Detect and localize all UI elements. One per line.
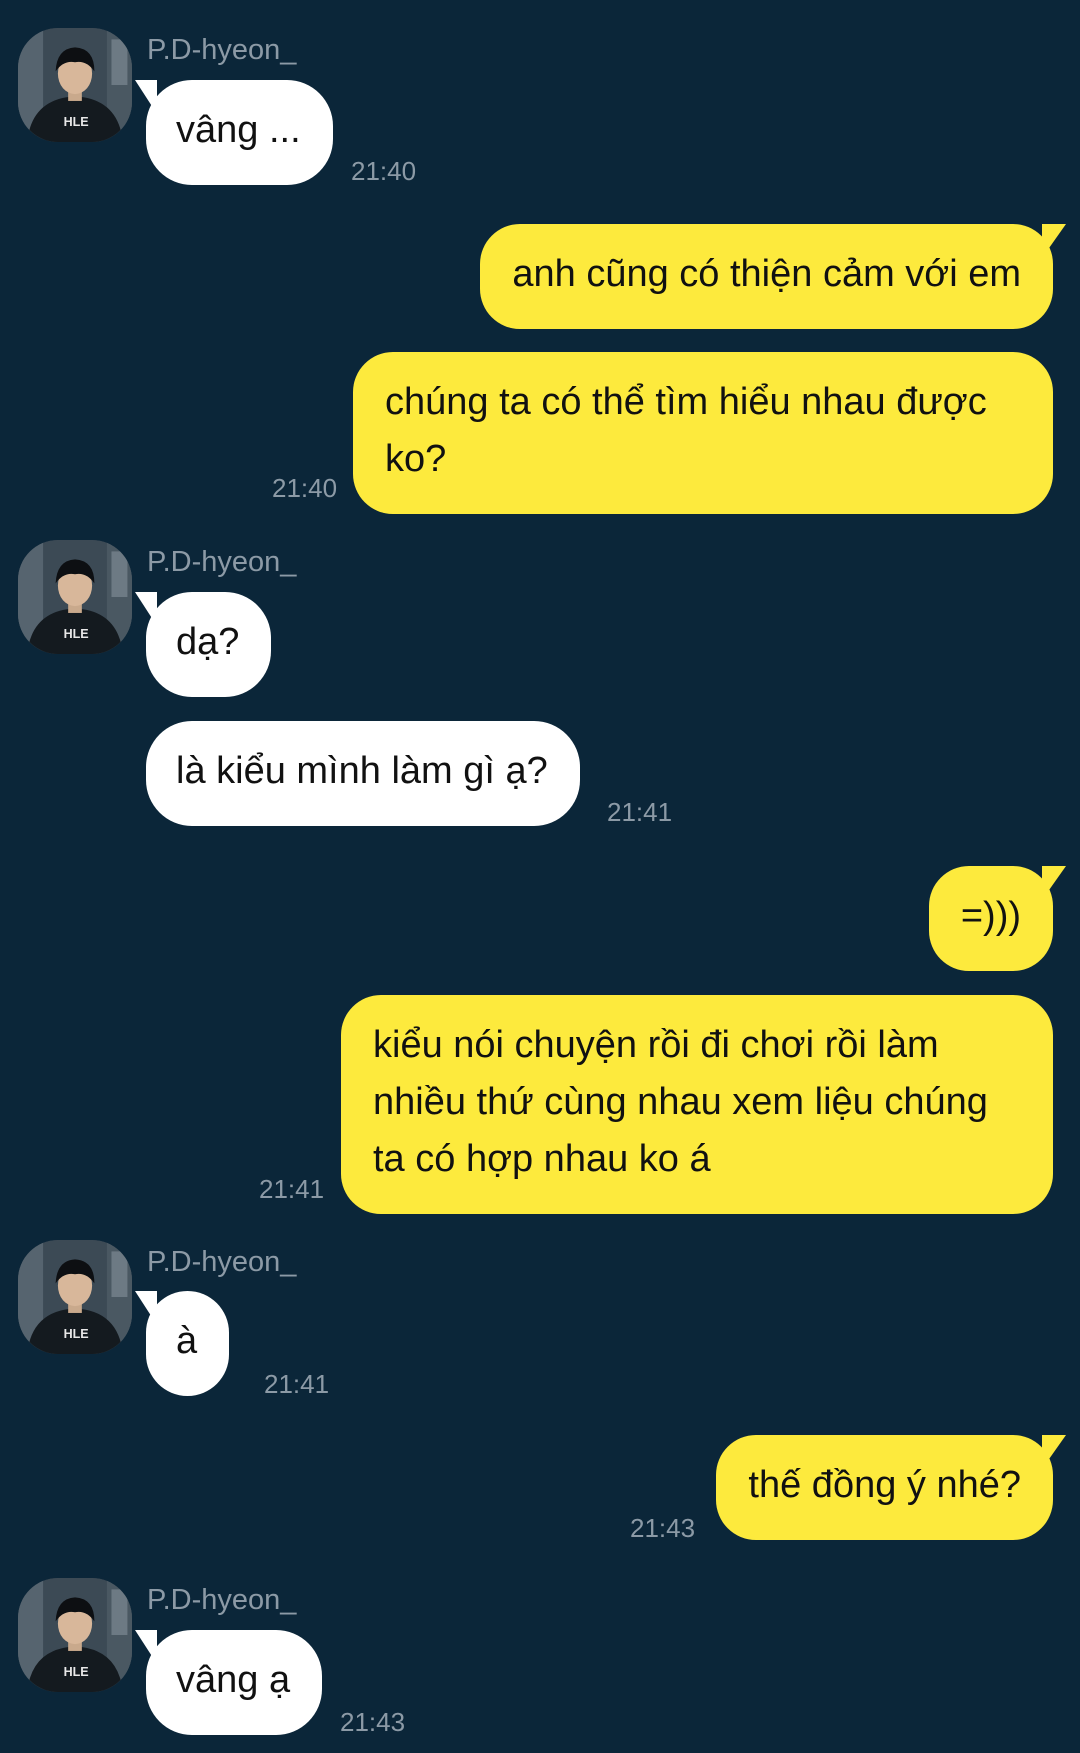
- incoming-message-bubble[interactable]: à: [134, 1291, 230, 1396]
- contact-name: P.D-hyeon_: [147, 1246, 297, 1278]
- contact-name: P.D-hyeon_: [147, 34, 297, 66]
- incoming-message-bubble[interactable]: vâng ạ: [134, 1630, 323, 1735]
- outgoing-message-bubble[interactable]: anh cũng có thiện cảm với em: [480, 224, 1066, 329]
- contact-name: P.D-hyeon_: [147, 546, 297, 578]
- contact-avatar[interactable]: [18, 1240, 132, 1354]
- outgoing-message-bubble[interactable]: thế đồng ý nhé?: [716, 1435, 1066, 1540]
- message-time: 21:40: [351, 156, 417, 186]
- message-time: 21:43: [630, 1513, 696, 1543]
- message-time: 21:41: [259, 1174, 325, 1204]
- message-time: 21:40: [272, 473, 338, 503]
- outgoing-message-bubble[interactable]: =))): [928, 866, 1067, 971]
- message-time: 21:43: [340, 1707, 406, 1737]
- contact-avatar[interactable]: [18, 1578, 132, 1692]
- message-time: 21:41: [607, 797, 673, 827]
- contact-name: P.D-hyeon_: [147, 1584, 297, 1616]
- outgoing-message-bubble[interactable]: chúng ta có thể tìm hiểu nhau được ko?: [353, 352, 1053, 514]
- contact-avatar[interactable]: [18, 28, 132, 142]
- message-time: 21:41: [264, 1369, 330, 1399]
- outgoing-message-bubble[interactable]: kiểu nói chuyện rồi đi chơi rồi làm nhiề…: [341, 995, 1053, 1214]
- contact-avatar[interactable]: [18, 540, 132, 654]
- incoming-message-bubble[interactable]: là kiểu mình làm gì ạ?: [146, 721, 580, 826]
- incoming-message-bubble[interactable]: dạ?: [134, 592, 272, 697]
- incoming-message-bubble[interactable]: vâng ...: [135, 80, 333, 185]
